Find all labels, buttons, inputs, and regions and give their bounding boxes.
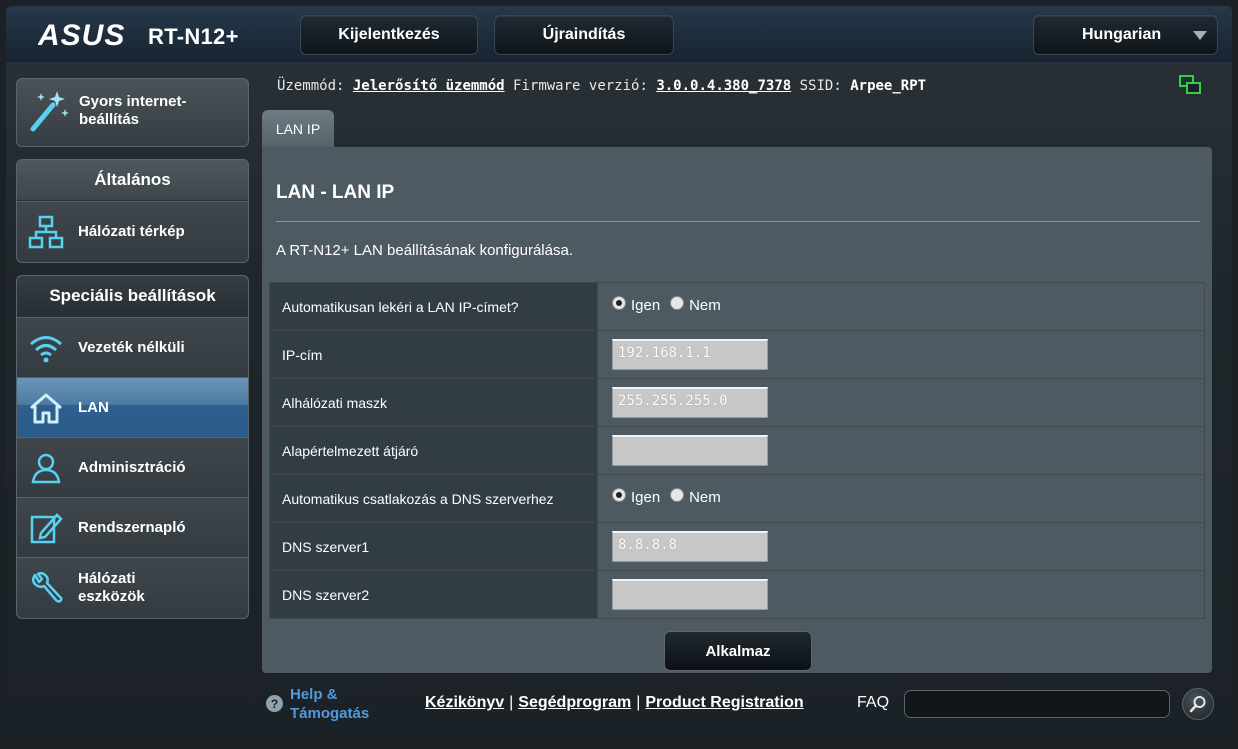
log-edit-icon [27, 509, 65, 547]
sidebar-item-label: Vezeték nélküli [78, 338, 185, 356]
faq-label: FAQ [857, 694, 890, 711]
asus-logo: ASUS [38, 20, 125, 50]
table-row: IP-cím 192.168.1.1 [269, 330, 1205, 379]
row-label: Alhálózati maszk [269, 378, 598, 427]
row-label: Automatikus csatlakozás a DNS szerverhez [269, 474, 598, 523]
sidebar-item-label: Rendszernapló [78, 518, 186, 536]
table-row: DNS szerver2 [269, 570, 1205, 619]
faq-search-input[interactable] [904, 690, 1170, 718]
auto-ip-radio-group: Igen Nem [597, 282, 1205, 331]
radio-dot [670, 487, 685, 502]
firmware-link[interactable]: 3.0.0.4.380_7378 [656, 78, 791, 94]
advanced-section-title: Speciális beállítások [17, 276, 248, 317]
logo-text: ASUS [38, 20, 125, 50]
row-label: DNS szerver1 [269, 522, 598, 571]
row-label: DNS szerver2 [269, 570, 598, 619]
footer-links: Kézikönyv | Segédprogram | Product Registrat… [425, 694, 804, 712]
status-bar: Üzemmód: Jelerősítő üzemmód Firmware ver… [277, 78, 926, 94]
radio-dot [670, 295, 685, 310]
sidebar-item-network-tools[interactable]: Hálózati eszközök [17, 557, 248, 617]
separator: | [636, 694, 641, 711]
mode-link[interactable]: Jelerősítő üzemmód [353, 78, 505, 94]
lan-settings-table: Automatikusan lekéri a LAN IP-címet? Ige… [269, 282, 1205, 619]
general-section-title: Általános [17, 160, 248, 201]
user-icon [27, 449, 65, 487]
reboot-button[interactable]: Újraindítás [494, 15, 674, 55]
magic-wand-icon [30, 91, 69, 132]
table-row: Automatikus csatlakozás a DNS szerverhez… [269, 474, 1205, 523]
model-name: RT-N12+ [148, 24, 239, 49]
row-label: Automatikusan lekéri a LAN IP-címet? [269, 282, 598, 331]
sidebar-item-lan[interactable]: LAN [17, 377, 248, 437]
sidebar-item-label: LAN [78, 398, 109, 416]
auto-dns-radio-group: Igen Nem [597, 474, 1205, 523]
mode-label: Üzemmód: [277, 78, 345, 94]
network-map-icon [27, 213, 65, 251]
search-icon [1189, 696, 1206, 713]
radio-label: Nem [689, 489, 721, 507]
advanced-section: Speciális beállítások Vezeték nélküli LA… [16, 275, 249, 619]
quick-setup-button[interactable]: Gyors internet-beállítás [16, 78, 249, 147]
top-bar: ASUS RT-N12+ Kijelentkezés Újraindítás H… [6, 6, 1232, 62]
radio-dot [612, 295, 626, 310]
radio-label: Igen [631, 297, 661, 315]
sidebar-item-administration[interactable]: Adminisztráció [17, 437, 248, 497]
table-row: Alhálózati maszk 255.255.255.0 [269, 378, 1205, 427]
language-value: Hungarian [1082, 26, 1162, 43]
table-row: Alapértelmezett átjáró [269, 426, 1205, 475]
sidebar-item-wireless[interactable]: Vezeték nélküli [17, 317, 248, 377]
network-status-icon[interactable] [1178, 74, 1202, 96]
utility-link[interactable]: Segédprogram [518, 694, 631, 711]
language-select[interactable]: Hungarian [1033, 15, 1218, 55]
table-row: Automatikusan lekéri a LAN IP-címet? Ige… [269, 282, 1205, 331]
sidebar-item-system-log[interactable]: Rendszernapló [17, 497, 248, 557]
separator: | [509, 694, 514, 711]
auto-ip-no-radio[interactable]: Nem [670, 295, 721, 315]
radio-label: Igen [631, 489, 661, 507]
row-label: IP-cím [269, 330, 598, 379]
home-icon [27, 389, 65, 427]
firmware-label: Firmware verzió: [513, 78, 648, 94]
general-section: Általános Hálózati térkép [16, 159, 249, 263]
radio-label: Nem [689, 297, 721, 315]
ip-address-field[interactable]: 192.168.1.1 [612, 339, 768, 370]
dns-server1-field[interactable]: 8.8.8.8 [612, 531, 768, 562]
radio-dot [612, 487, 626, 502]
auto-ip-yes-radio[interactable]: Igen [612, 295, 661, 315]
ssid-label: SSID: [799, 78, 842, 94]
sidebar-item-network-map[interactable]: Hálózati térkép [17, 201, 248, 262]
wifi-icon [27, 329, 65, 367]
sidebar-item-label: Adminisztráció [78, 458, 186, 476]
subnet-mask-field[interactable]: 255.255.255.0 [612, 387, 768, 418]
page-description: A RT-N12+ LAN beállításának konfigurálás… [276, 242, 573, 259]
table-row: DNS szerver1 8.8.8.8 [269, 522, 1205, 571]
help-support-link[interactable]: Help & Támogatás [290, 685, 390, 723]
main-panel: LAN - LAN IP A RT-N12+ LAN beállításának… [262, 147, 1212, 673]
sidebar-item-label: Hálózati eszközök [78, 569, 145, 605]
logout-button[interactable]: Kijelentkezés [300, 15, 478, 55]
apply-button[interactable]: Alkalmaz [664, 631, 812, 671]
quick-setup-label: Gyors internet-beállítás [79, 93, 187, 128]
page-title: LAN - LAN IP [276, 182, 395, 203]
product-registration-link[interactable]: Product Registration [645, 694, 803, 711]
row-label: Alapértelmezett átjáró [269, 426, 598, 475]
sidebar-item-label: Hálózati térkép [78, 223, 185, 240]
auto-dns-yes-radio[interactable]: Igen [612, 487, 661, 507]
dns-server2-field[interactable] [612, 579, 768, 610]
divider [276, 221, 1200, 222]
auto-dns-no-radio[interactable]: Nem [670, 487, 721, 507]
ssid-value: Arpee_RPT [850, 78, 927, 94]
wrench-icon [27, 569, 65, 607]
manual-link[interactable]: Kézikönyv [425, 694, 504, 711]
default-gateway-field[interactable] [612, 435, 768, 466]
help-icon: ? [266, 695, 283, 712]
tab-lan-ip[interactable]: LAN IP [262, 110, 334, 148]
chevron-down-icon [1193, 31, 1207, 40]
search-button[interactable] [1182, 688, 1214, 720]
